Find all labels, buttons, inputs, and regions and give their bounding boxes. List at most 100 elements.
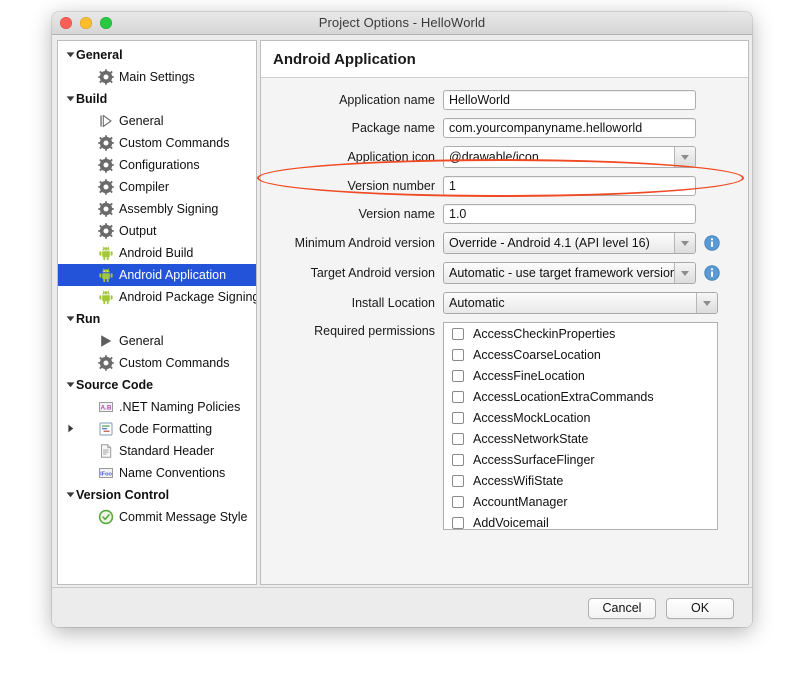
permission-label: AccessLocationExtraCommands <box>473 390 654 404</box>
screenshot-root: Project Options - HelloWorld GeneralMain… <box>0 0 800 676</box>
sidebar-item-compiler[interactable]: Compiler <box>58 176 256 198</box>
sidebar-item-main-settings[interactable]: Main Settings <box>58 66 256 88</box>
sidebar-item-configurations[interactable]: Configurations <box>58 154 256 176</box>
permission-item[interactable]: AccessSurfaceFlinger <box>444 449 717 470</box>
sidebar-item-custom-commands[interactable]: Custom Commands <box>58 352 256 374</box>
sidebar-item-name-conventions[interactable]: IFooName Conventions <box>58 462 256 484</box>
disclosure-triangle-open-icon[interactable] <box>64 308 76 330</box>
sidebar-item-standard-header[interactable]: Standard Header <box>58 440 256 462</box>
sidebar-item-android-package-signing[interactable]: Android Package Signing <box>58 286 256 308</box>
permission-checkbox[interactable] <box>452 517 464 529</box>
field-row-version-name: Version name 1.0 <box>261 204 738 224</box>
sidebar-item-label: General <box>119 330 163 352</box>
sidebar-item-label: Android Package Signing <box>119 286 257 308</box>
permission-checkbox[interactable] <box>452 391 464 403</box>
application-icon-input[interactable]: @drawable/icon <box>444 147 674 167</box>
gear-icon <box>98 201 114 217</box>
permission-checkbox[interactable] <box>452 433 464 445</box>
application-name-input[interactable]: HelloWorld <box>443 90 696 110</box>
package-name-label: Package name <box>261 121 443 135</box>
naming-policies-icon: A.B <box>98 399 114 415</box>
disclosure-triangle-open-icon[interactable] <box>64 88 76 110</box>
sidebar-item-general[interactable]: General <box>58 44 256 66</box>
permission-item[interactable]: AccessCheckinProperties <box>444 323 717 344</box>
target-android-version-select[interactable]: Automatic - use target framework version… <box>443 262 696 284</box>
sidebar-item-run[interactable]: Run <box>58 308 256 330</box>
permission-checkbox[interactable] <box>452 475 464 487</box>
options-tree: GeneralMain SettingsBuildGeneralCustom C… <box>58 41 256 528</box>
permission-item[interactable]: AddVoicemail <box>444 512 717 530</box>
sidebar-item-commit-message-style[interactable]: Commit Message Style <box>58 506 256 528</box>
permission-item[interactable]: AccessFineLocation <box>444 365 717 386</box>
minimum-android-version-info-icon[interactable] <box>704 235 720 251</box>
minimum-android-version-select[interactable]: Override - Android 4.1 (API level 16) <box>443 232 696 254</box>
package-name-input[interactable]: com.yourcompanyname.helloworld <box>443 118 696 138</box>
permission-checkbox[interactable] <box>452 328 464 340</box>
sidebar-item-source-code[interactable]: Source Code <box>58 374 256 396</box>
svg-text:IFoo: IFoo <box>100 471 112 477</box>
name-conventions-icon: IFoo <box>98 465 114 481</box>
sidebar-item-general[interactable]: General <box>58 330 256 352</box>
permission-item[interactable]: AccessMockLocation <box>444 407 717 428</box>
check-circle-icon <box>98 509 114 525</box>
disclosure-triangle-closed-icon[interactable] <box>64 418 76 440</box>
sidebar-item-label: Compiler <box>119 176 169 198</box>
sidebar-item-custom-commands[interactable]: Custom Commands <box>58 132 256 154</box>
chevron-down-icon <box>681 241 689 246</box>
sidebar-item-android-application[interactable]: Android Application <box>58 264 256 286</box>
minimum-android-version-dropdown-button[interactable] <box>674 233 695 253</box>
version-name-input[interactable]: 1.0 <box>443 204 696 224</box>
version-name-label: Version name <box>261 207 443 221</box>
sidebar-item-net-naming-policies[interactable]: A.B.NET Naming Policies <box>58 396 256 418</box>
cancel-button[interactable]: Cancel <box>588 598 656 619</box>
permission-label: AccountManager <box>473 495 568 509</box>
install-location-label: Install Location <box>261 296 443 310</box>
sidebar-item-general[interactable]: General <box>58 110 256 132</box>
install-location-select[interactable]: Automatic <box>443 292 718 314</box>
permission-item[interactable]: AccessLocationExtraCommands <box>444 386 717 407</box>
sidebar-item-version-control[interactable]: Version Control <box>58 484 256 506</box>
disclosure-triangle-open-icon[interactable] <box>64 374 76 396</box>
android-icon <box>98 245 114 261</box>
permission-checkbox[interactable] <box>452 412 464 424</box>
permission-item[interactable]: AccountManager <box>444 491 717 512</box>
field-row-package-name: Package name com.yourcompanyname.hellowo… <box>261 118 738 138</box>
options-sidebar[interactable]: GeneralMain SettingsBuildGeneralCustom C… <box>57 40 257 585</box>
sidebar-item-output[interactable]: Output <box>58 220 256 242</box>
permission-item[interactable]: AccessWifiState <box>444 470 717 491</box>
sidebar-item-label: General <box>76 44 123 66</box>
permission-checkbox[interactable] <box>452 349 464 361</box>
application-icon-dropdown-button[interactable] <box>674 147 695 167</box>
sidebar-item-label: Configurations <box>119 154 200 176</box>
disclosure-triangle-open-icon[interactable] <box>64 44 76 66</box>
target-android-version-label: Target Android version <box>261 266 443 280</box>
permission-label: AccessNetworkState <box>473 432 588 446</box>
required-permissions-list[interactable]: AccessCheckinProperties AccessCoarseLocat… <box>443 322 718 530</box>
permission-item[interactable]: AccessNetworkState <box>444 428 717 449</box>
permission-checkbox[interactable] <box>452 454 464 466</box>
android-icon <box>98 267 114 283</box>
disclosure-triangle-open-icon[interactable] <box>64 484 76 506</box>
permission-checkbox[interactable] <box>452 496 464 508</box>
permission-label: AccessCoarseLocation <box>473 348 601 362</box>
version-number-input[interactable]: 1 <box>443 176 696 196</box>
permission-items-container: AccessCheckinProperties AccessCoarseLocat… <box>444 323 717 530</box>
field-row-install-location: Install Location Automatic <box>261 292 738 314</box>
sidebar-item-label: Android Build <box>119 242 193 264</box>
install-location-dropdown-button[interactable] <box>696 293 717 313</box>
sidebar-item-build[interactable]: Build <box>58 88 256 110</box>
install-location-value: Automatic <box>444 293 696 313</box>
sidebar-item-label: Run <box>76 308 100 330</box>
sidebar-item-assembly-signing[interactable]: Assembly Signing <box>58 198 256 220</box>
gear-icon <box>98 135 114 151</box>
permission-item[interactable]: AccessCoarseLocation <box>444 344 717 365</box>
application-icon-combobox[interactable]: @drawable/icon <box>443 146 696 168</box>
sidebar-item-android-build[interactable]: Android Build <box>58 242 256 264</box>
target-android-version-dropdown-button[interactable] <box>674 263 695 283</box>
ok-button[interactable]: OK <box>666 598 734 619</box>
application-name-label: Application name <box>261 93 443 107</box>
target-android-version-info-icon[interactable] <box>704 265 720 281</box>
window-title: Project Options - HelloWorld <box>52 15 752 30</box>
sidebar-item-code-formatting[interactable]: Code Formatting <box>58 418 256 440</box>
permission-checkbox[interactable] <box>452 370 464 382</box>
